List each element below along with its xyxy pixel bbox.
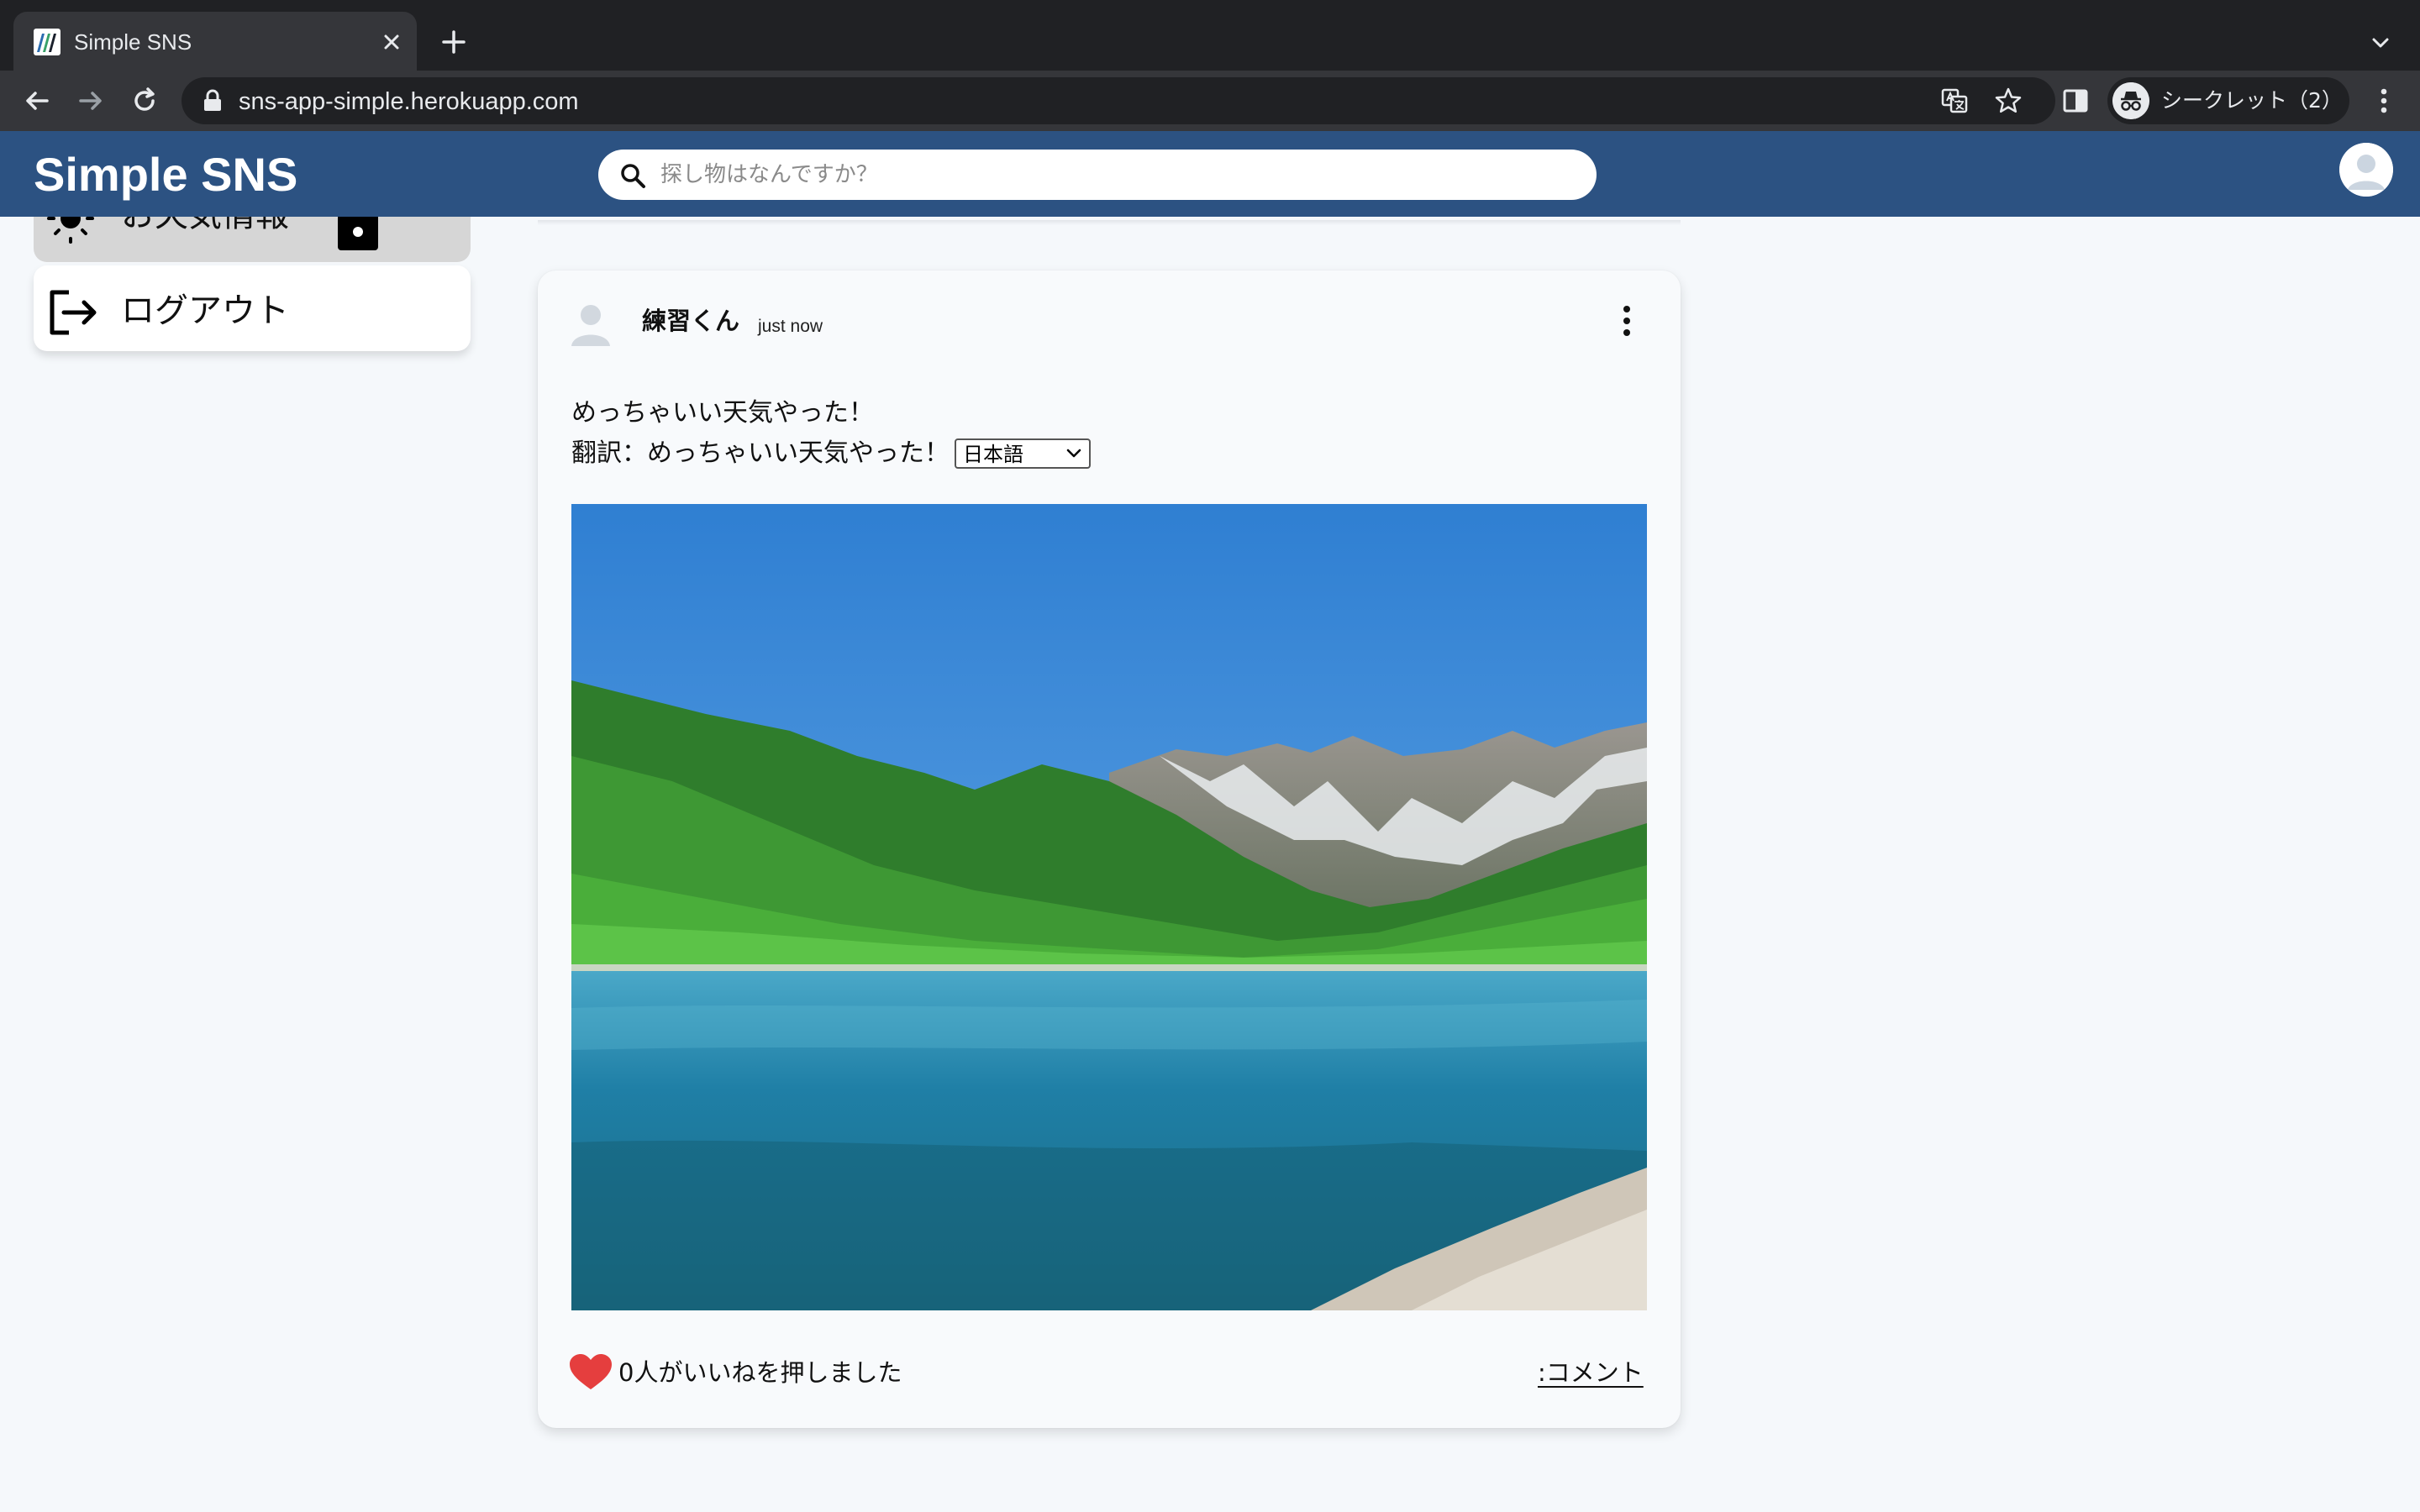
search-input[interactable] bbox=[660, 158, 1568, 192]
app-header: Simple SNS bbox=[0, 131, 2420, 217]
sidebar-item-logout[interactable]: ログアウト bbox=[34, 265, 471, 351]
likes-count-text: 0人がいいねを押しました bbox=[618, 1358, 902, 1387]
incognito-label: シークレット（2） bbox=[2161, 88, 2343, 113]
author-avatar-icon[interactable] bbox=[571, 301, 610, 346]
browser-menu-icon[interactable] bbox=[2370, 84, 2398, 118]
lock-icon[interactable] bbox=[202, 89, 224, 113]
back-icon[interactable] bbox=[20, 84, 54, 118]
post-timestamp: just now bbox=[758, 317, 823, 336]
language-select[interactable]: 日本語 bbox=[955, 438, 1091, 469]
new-tab-icon[interactable] bbox=[437, 25, 471, 59]
post-author[interactable]: 練習くん bbox=[642, 306, 739, 336]
chevron-down-icon bbox=[1066, 449, 1081, 458]
search-icon bbox=[621, 164, 645, 188]
browser-tab[interactable]: Simple SNS bbox=[13, 12, 417, 71]
comment-link[interactable]: :コメント bbox=[1538, 1354, 1644, 1391]
like-heart-icon[interactable] bbox=[570, 1354, 612, 1391]
post-options-icon[interactable] bbox=[1620, 304, 1634, 338]
camera-icon bbox=[338, 213, 378, 250]
side-panel-icon[interactable] bbox=[2060, 86, 2091, 116]
incognito-profile-chip[interactable]: シークレット（2） bbox=[2107, 77, 2349, 124]
translation-row: 翻訳：めっちゃいい天気やった！ 日本語 bbox=[571, 433, 1091, 474]
browser-tab-strip: Simple SNS bbox=[0, 0, 2420, 71]
tab-title: Simple SNS bbox=[74, 29, 192, 55]
translate-icon[interactable] bbox=[1939, 86, 1970, 116]
user-avatar[interactable] bbox=[2339, 143, 2393, 197]
user-avatar-icon bbox=[2339, 143, 2393, 197]
previous-post-edge bbox=[538, 220, 1681, 225]
translation-text: 翻訳：めっちゃいい天気やった！ bbox=[571, 438, 950, 468]
language-select-value: 日本語 bbox=[963, 443, 1023, 466]
logout-icon bbox=[50, 290, 97, 335]
sidebar-item-label: ログアウト bbox=[121, 291, 289, 330]
url-text[interactable]: sns-app-simple.herokuapp.com bbox=[239, 87, 579, 116]
tab-close-icon[interactable] bbox=[376, 27, 407, 57]
post-card: 練習くん just now めっちゃいい天気やった！ 翻訳：めっちゃいい天気やっ… bbox=[538, 270, 1681, 1428]
reload-icon[interactable] bbox=[128, 84, 161, 118]
post-photo-mountain-lake[interactable] bbox=[571, 504, 1647, 1310]
tab-search-chevron-icon[interactable] bbox=[2366, 29, 2395, 57]
forward-icon[interactable] bbox=[74, 84, 108, 118]
bookmark-star-icon[interactable] bbox=[1993, 86, 2023, 116]
brand-logo[interactable]: Simple SNS bbox=[34, 148, 297, 202]
search-bar[interactable] bbox=[598, 150, 1597, 200]
incognito-icon bbox=[2112, 82, 2149, 119]
app-favicon-icon bbox=[34, 29, 60, 55]
address-bar[interactable]: sns-app-simple.herokuapp.com bbox=[182, 77, 2055, 124]
post-body-text: めっちゃいい天気やった！ bbox=[571, 398, 874, 428]
browser-toolbar: sns-app-simple.herokuapp.com シークレット（2） bbox=[0, 71, 2420, 131]
